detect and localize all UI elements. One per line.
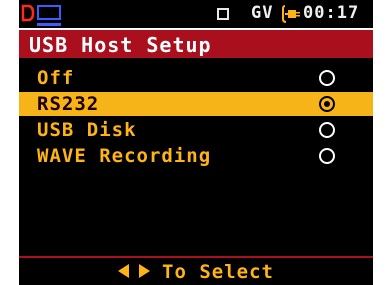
radio-button-selected-icon[interactable] [319, 96, 335, 112]
arrow-left-icon[interactable] [118, 264, 130, 278]
menu-item-usb-disk[interactable]: USB Disk [19, 118, 373, 142]
title-bar: USB Host Setup [19, 28, 373, 58]
device-screen: GV 00:17 USB Host Setup Off RS232 USB Di… [19, 0, 373, 285]
menu-item-label: Off [37, 67, 75, 89]
charge-plug-icon [282, 5, 300, 23]
menu-item-label: WAVE Recording [37, 145, 212, 167]
status-bar: GV 00:17 [19, 0, 373, 28]
footer-hint-text: To Select [162, 261, 274, 283]
status-time: 00:17 [303, 3, 360, 23]
radio-button-icon[interactable] [319, 148, 335, 164]
d-shape-icon [21, 4, 35, 22]
menu-item-wave-recording[interactable]: WAVE Recording [19, 144, 373, 168]
menu-item-label: RS232 [37, 93, 100, 115]
radio-button-icon[interactable] [319, 70, 335, 86]
menu-item-off[interactable]: Off [19, 66, 373, 90]
arrow-right-icon[interactable] [139, 264, 151, 278]
footer-hint-bar: To Select [19, 256, 373, 285]
menu-item-label: USB Disk [37, 119, 137, 141]
status-gv-text: GV [251, 3, 274, 23]
radio-button-icon[interactable] [319, 122, 335, 138]
square-icon [217, 8, 229, 20]
menu-item-rs232[interactable]: RS232 [19, 92, 373, 116]
usb-screen-icon [37, 5, 61, 26]
page-title: USB Host Setup [29, 33, 212, 57]
